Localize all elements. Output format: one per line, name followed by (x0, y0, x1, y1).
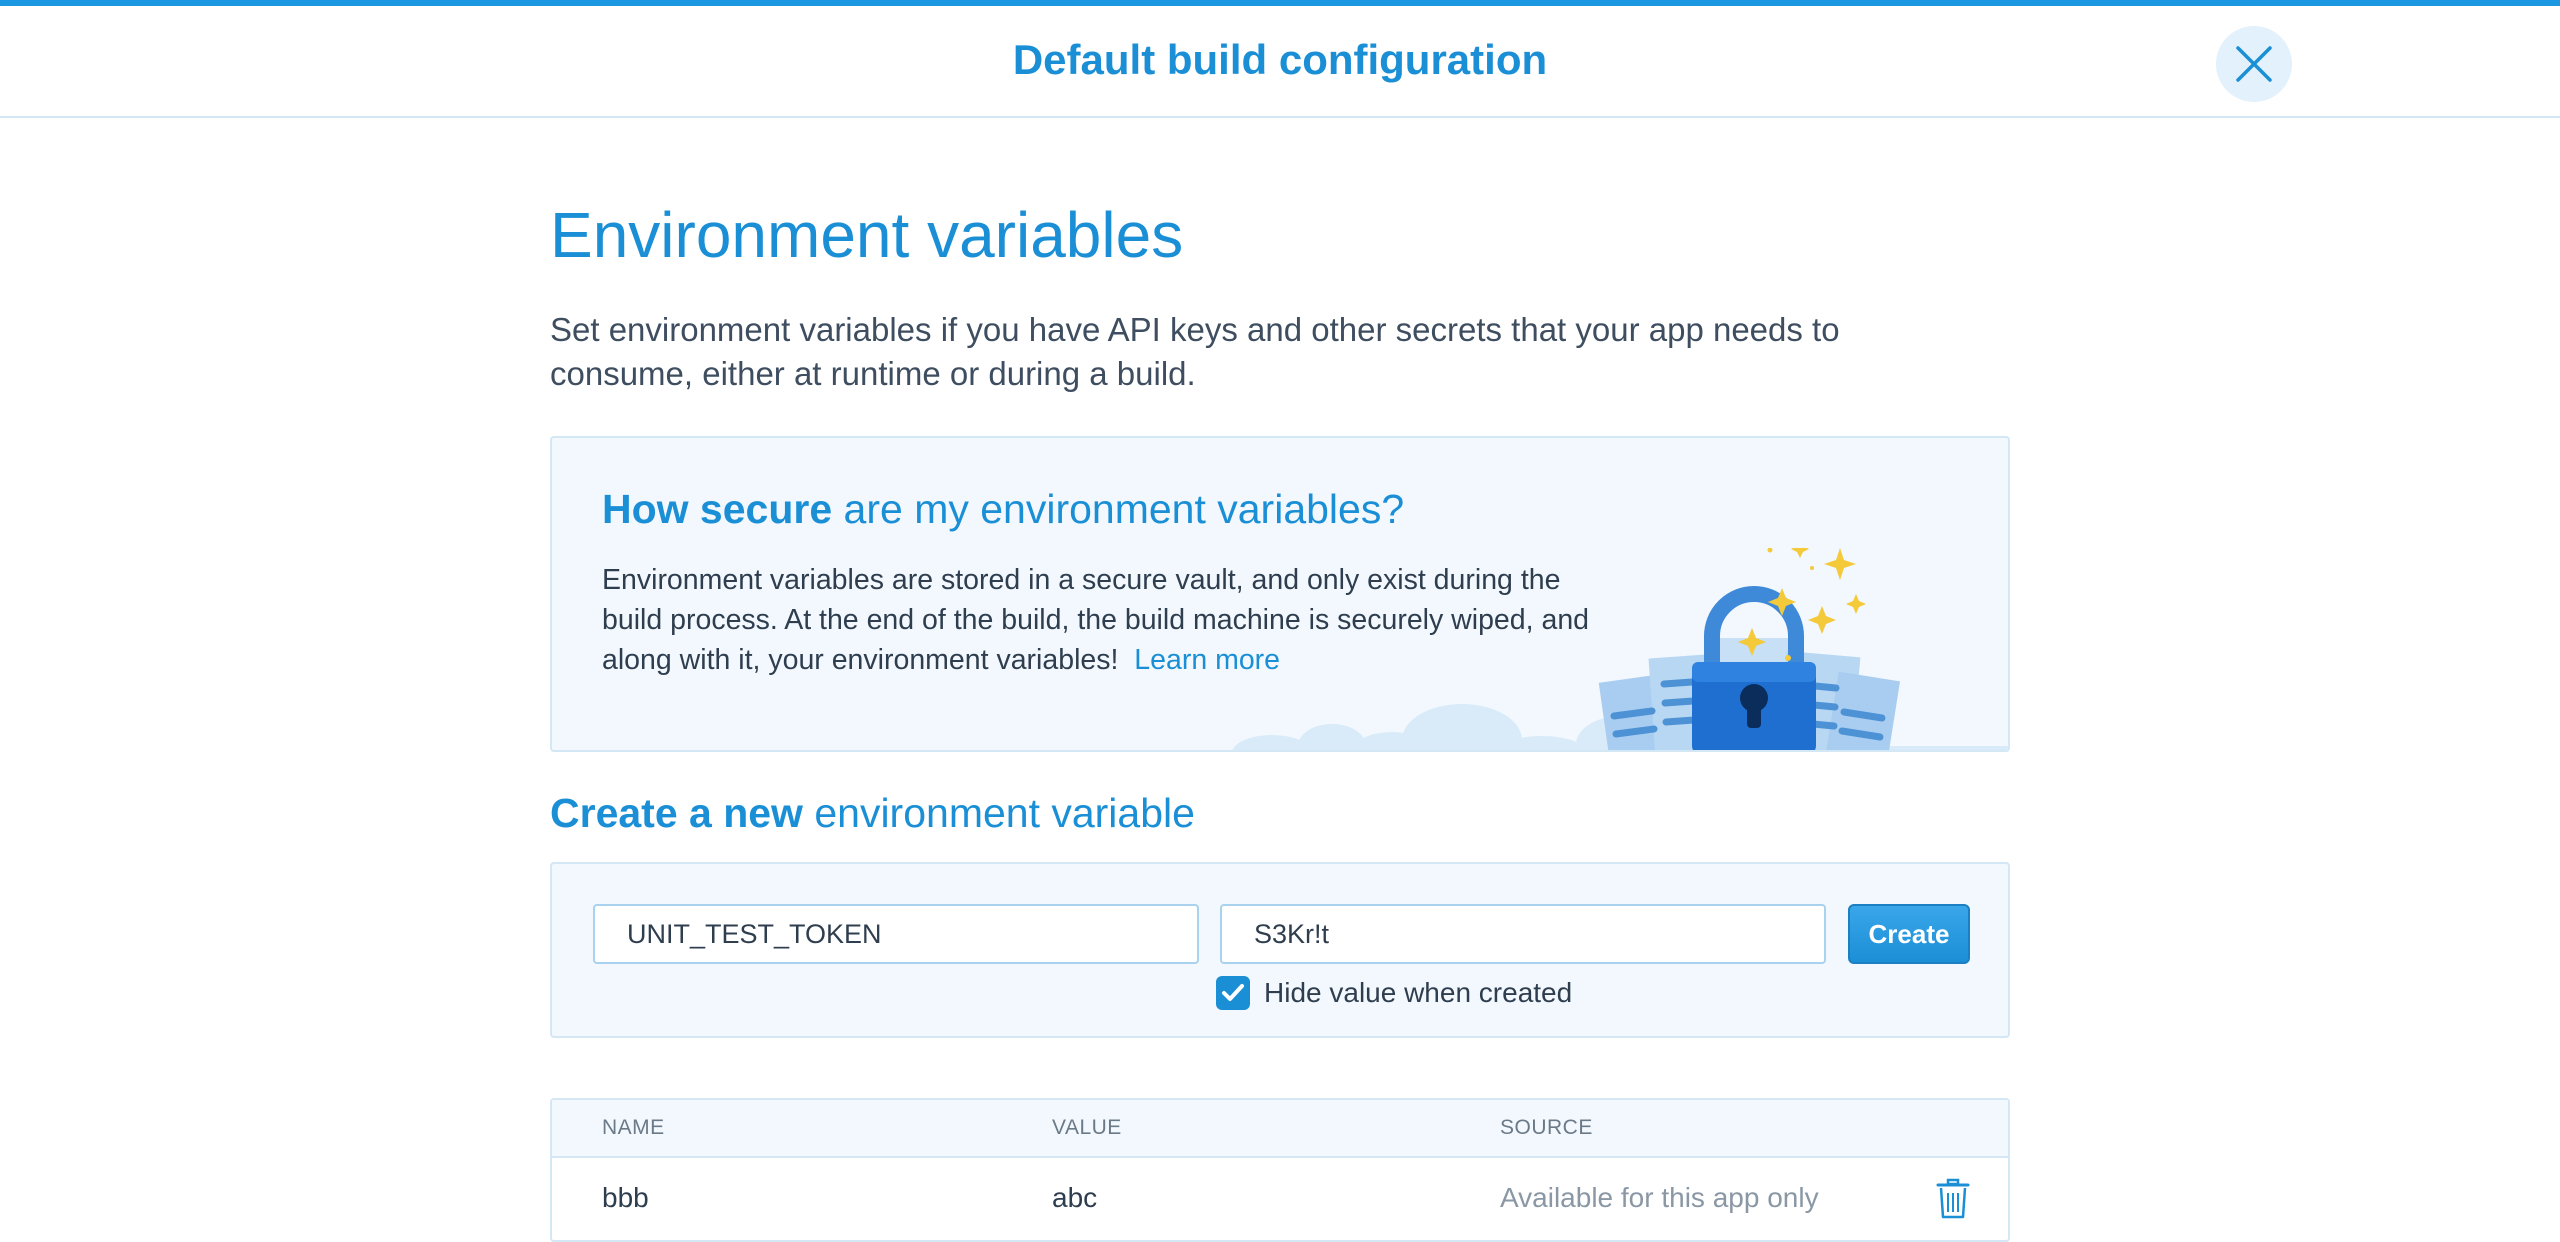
row-name: bbb (602, 1182, 649, 1213)
table-row: bbb abc Available for this app only (552, 1158, 2008, 1240)
create-heading: Create a new environment variable (550, 790, 1195, 837)
create-button[interactable]: Create (1848, 904, 1970, 964)
table-header: NAME VALUE SOURCE (552, 1100, 2008, 1158)
row-value: abc (1052, 1182, 1098, 1213)
variable-value-input[interactable] (1220, 904, 1826, 964)
check-icon (1222, 984, 1244, 1001)
variables-table: NAME VALUE SOURCE bbb abc Available for … (550, 1098, 2010, 1242)
column-header-name: NAME (602, 1116, 665, 1139)
lock-illustration (1232, 548, 2008, 750)
info-heading: How secure are my environment variables? (602, 486, 1404, 533)
modal-title: Default build configuration (1012, 36, 1548, 83)
variable-name-input[interactable] (593, 904, 1199, 964)
hide-value-checkbox[interactable] (1216, 976, 1250, 1010)
modal-header: Default build configuration (0, 6, 2560, 118)
create-variable-form: Create Hide value when created (550, 862, 2010, 1038)
close-icon (2236, 46, 2272, 82)
info-heading-rest: are my environment variables? (832, 486, 1405, 532)
hide-value-label: Hide value when created (1264, 977, 1573, 1008)
info-heading-bold: How secure (602, 486, 833, 532)
create-heading-bold: Create a new (550, 790, 803, 836)
delete-variable-button[interactable] (1936, 1178, 1970, 1220)
create-heading-rest: environment variable (802, 790, 1195, 836)
column-header-value: VALUE (1052, 1116, 1122, 1139)
row-source: Available for this app only (1500, 1182, 1819, 1213)
section-intro: Set environment variables if you have AP… (550, 311, 1840, 392)
section-title: Environment variables (550, 199, 1184, 271)
close-button[interactable] (2216, 26, 2292, 102)
trash-icon (1936, 1178, 1970, 1219)
security-info-box: How secure are my environment variables?… (550, 436, 2010, 752)
column-header-source: SOURCE (1500, 1116, 1593, 1139)
